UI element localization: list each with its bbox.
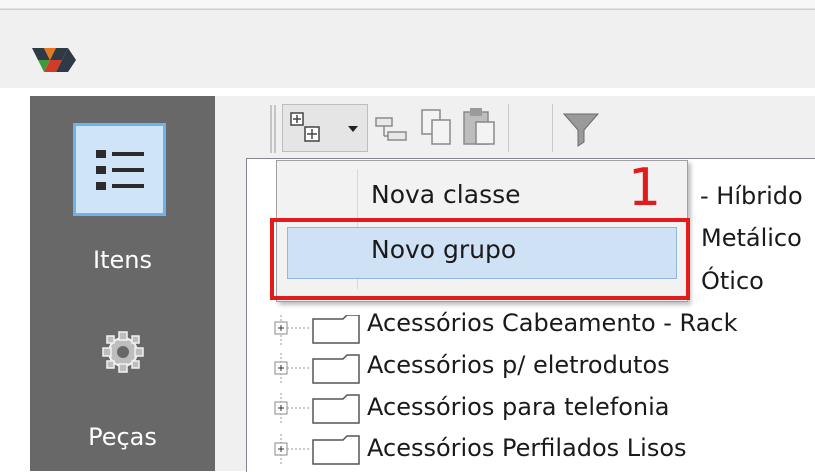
partial-tree-label: - Híbrido [700,182,803,210]
sidebar-item-label: Itens [93,246,152,274]
application-window: Itens Peças - Híbrido Metálico Ótico Ace… [0,0,815,472]
list-icon [96,150,144,190]
tree-item[interactable]: Acessórios Cabeamento - Rack [247,305,815,347]
sidebar-item-itens[interactable]: Itens [30,96,215,274]
tree-item-label: Acessórios para telefonia [367,393,670,421]
tree-item-label: Acessórios Perfilados Lisos [367,434,687,462]
menu-item-nova-classe[interactable]: Nova classe [277,171,687,221]
expand-folder-icon [274,353,360,385]
app-logo-icon [32,48,76,72]
paste-icon[interactable] [460,106,498,148]
toolbar-separator [508,104,509,152]
chevron-down-icon [348,126,358,132]
add-class-button[interactable] [282,104,368,152]
hierarchy-icon[interactable] [374,112,408,146]
expand-folder-icon [274,315,360,347]
gear-icon [102,331,144,373]
sidebar-item-pecas[interactable]: Peças [30,311,215,471]
title-strip [0,0,815,9]
toolbar-grip-icon[interactable] [268,103,278,155]
menu-item-label: Nova classe [371,180,521,209]
copy-icon[interactable] [420,108,454,148]
tree-item-label: Acessórios Cabeamento - Rack [367,309,738,337]
expand-folder-icon [274,434,360,466]
tree-item-label: Acessórios p/ eletrodutos [367,351,670,379]
tree-item[interactable]: Acessórios Perfilados Lisos [247,430,815,470]
left-navigation-rail: Itens Peças [30,96,215,471]
annotation-number: 1 [628,158,662,218]
toolbar-separator [552,104,553,152]
app-header [0,9,815,88]
filter-icon[interactable] [562,108,600,148]
expand-folder-icon [274,393,360,425]
tree-item[interactable]: Acessórios para telefonia [247,389,815,429]
tree-item[interactable]: Acessórios p/ eletrodutos [247,347,815,387]
partial-tree-label: Ótico [701,267,764,295]
sidebar-item-label: Peças [88,423,157,451]
partial-tree-label: Metálico [701,224,802,252]
annotation-highlight-box [270,218,690,300]
add-class-icon [290,112,320,142]
